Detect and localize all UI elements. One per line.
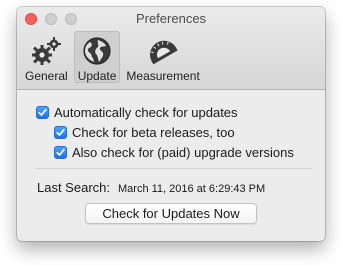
beta-checkbox[interactable]: [54, 126, 67, 139]
checkmark-icon: [56, 128, 65, 136]
title-bar: Preferences General Update Measurement: [17, 7, 325, 90]
last-search: Last Search: March 11, 2016 at 6:29:43 P…: [37, 180, 265, 195]
globe-icon: [83, 37, 111, 65]
auto-check-row[interactable]: Automatically check for updates: [36, 105, 238, 120]
tab-update[interactable]: Update: [73, 31, 121, 83]
protractor-icon: [150, 40, 178, 65]
window-title: Preferences: [135, 11, 207, 26]
beta-row[interactable]: Check for beta releases, too: [54, 125, 235, 140]
checkmark-icon: [56, 148, 65, 156]
paid-upgrade-label: Also check for (paid) upgrade versions: [72, 145, 294, 160]
tab-measurement[interactable]: Measurement: [122, 31, 203, 83]
preferences-window: Preferences General Update Measurement A…: [17, 7, 325, 241]
paid-upgrade-row[interactable]: Also check for (paid) upgrade versions: [54, 145, 294, 160]
last-search-label: Last Search:: [37, 180, 110, 195]
auto-check-label: Automatically check for updates: [54, 105, 238, 120]
tab-measurement-label: Measurement: [126, 69, 200, 83]
auto-check-checkbox[interactable]: [36, 106, 49, 119]
paid-upgrade-checkbox[interactable]: [54, 146, 67, 159]
check-for-updates-button[interactable]: Check for Updates Now: [85, 203, 257, 224]
gears-icon: [32, 37, 62, 65]
tab-update-label: Update: [77, 69, 117, 83]
tab-general-label: General: [25, 69, 68, 83]
last-search-value: March 11, 2016 at 6:29:43 PM: [118, 183, 266, 195]
beta-label: Check for beta releases, too: [72, 125, 235, 140]
tab-general[interactable]: General: [21, 31, 72, 83]
divider: [35, 168, 312, 169]
checkmark-icon: [38, 108, 47, 116]
preferences-toolbar: General Update Measurement: [21, 31, 204, 83]
